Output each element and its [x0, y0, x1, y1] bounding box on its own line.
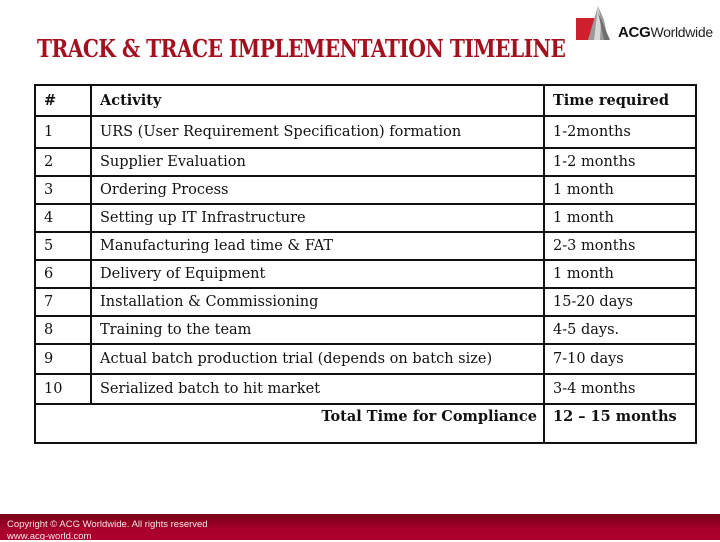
row-activity: Setting up IT Infrastructure — [90, 203, 545, 233]
row-activity: Manufacturing lead time & FAT — [90, 231, 545, 261]
table-row: 8 Training to the team 4-5 days. — [34, 315, 697, 345]
copyright-text: Copyright © ACG Worldwide. All rights re… — [7, 519, 208, 530]
total-label: Total Time for Compliance — [34, 403, 545, 444]
website-link[interactable]: www.acg-world.com — [7, 531, 91, 542]
table-row: 3 Ordering Process 1 month — [34, 175, 697, 205]
row-activity: Training to the team — [90, 315, 545, 345]
row-number: 10 — [34, 373, 92, 405]
row-time: 1 month — [543, 175, 697, 205]
row-number: 9 — [34, 343, 92, 375]
table-row: 7 Installation & Commissioning 15-20 day… — [34, 287, 697, 317]
row-time: 7-10 days — [543, 343, 697, 375]
row-number: 2 — [34, 147, 92, 177]
row-time: 2-3 months — [543, 231, 697, 261]
row-activity: Supplier Evaluation — [90, 147, 545, 177]
table-row: 5 Manufacturing lead time & FAT 2-3 mont… — [34, 231, 697, 261]
row-number: 3 — [34, 175, 92, 205]
acg-logo-icon — [576, 6, 610, 40]
table-row: 4 Setting up IT Infrastructure 1 month — [34, 203, 697, 233]
row-time: 1-2 months — [543, 147, 697, 177]
timeline-table: # Activity Time required 1 URS (User Req… — [34, 84, 697, 444]
row-number: 6 — [34, 259, 92, 289]
table-row: 6 Delivery of Equipment 1 month — [34, 259, 697, 289]
row-activity: URS (User Requirement Specification) for… — [90, 115, 545, 149]
page-title: TRACK & TRACE IMPLEMENTATION TIMELINE — [37, 34, 566, 63]
table-row: 9 Actual batch production trial (depends… — [34, 343, 697, 375]
row-time: 15-20 days — [543, 287, 697, 317]
row-number: 8 — [34, 315, 92, 345]
row-activity: Serialized batch to hit market — [90, 373, 545, 405]
row-time: 1 month — [543, 203, 697, 233]
col-header-number: # — [34, 84, 92, 117]
logo-brand: ACG — [618, 24, 651, 41]
table-header-row: # Activity Time required — [34, 84, 697, 117]
logo-suffix: Worldwide — [650, 24, 713, 40]
logo-text: ACGWorldwide — [618, 24, 713, 41]
row-time: 1-2months — [543, 115, 697, 149]
row-number: 7 — [34, 287, 92, 317]
row-activity: Installation & Commissioning — [90, 287, 545, 317]
row-time: 4-5 days. — [543, 315, 697, 345]
acg-logo: ACGWorldwide — [574, 4, 720, 44]
row-number: 1 — [34, 115, 92, 149]
total-value: 12 – 15 months — [543, 403, 697, 444]
col-header-activity: Activity — [90, 84, 545, 117]
row-number: 4 — [34, 203, 92, 233]
col-header-time: Time required — [543, 84, 697, 117]
footer-bar: Copyright © ACG Worldwide. All rights re… — [0, 514, 720, 542]
row-time: 3-4 months — [543, 373, 697, 405]
total-row: Total Time for Compliance 12 – 15 months — [34, 403, 697, 444]
table-row: 2 Supplier Evaluation 1-2 months — [34, 147, 697, 177]
row-activity: Delivery of Equipment — [90, 259, 545, 289]
table-row: 10 Serialized batch to hit market 3-4 mo… — [34, 373, 697, 405]
row-activity: Actual batch production trial (depends o… — [90, 343, 545, 375]
row-activity: Ordering Process — [90, 175, 545, 205]
table-row: 1 URS (User Requirement Specification) f… — [34, 115, 697, 149]
row-number: 5 — [34, 231, 92, 261]
row-time: 1 month — [543, 259, 697, 289]
